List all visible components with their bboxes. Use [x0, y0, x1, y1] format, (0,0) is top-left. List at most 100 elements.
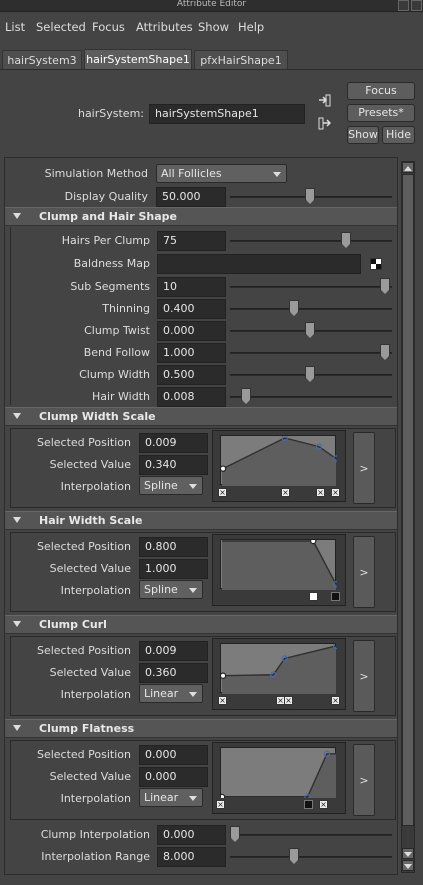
delete-point-icon[interactable] [281, 488, 290, 497]
ramp-expand-button[interactable]: > [353, 536, 375, 608]
scroll-up-icon[interactable] [402, 162, 414, 173]
interpolation-range-slider[interactable] [230, 856, 392, 858]
hair-width-slider-handle[interactable] [241, 388, 251, 404]
clump-flatness-interpolation-dropdown[interactable]: Linear [139, 788, 203, 807]
sub-segments-slider-handle[interactable] [380, 278, 390, 294]
display-quality-slider-handle[interactable] [305, 188, 315, 204]
hairs-per-clump-slider-handle[interactable] [341, 232, 351, 248]
section-clump-flatness[interactable]: Clump Flatness [5, 719, 397, 738]
hide-button[interactable]: Hide [382, 126, 415, 144]
hair-width-scale-interpolation-dropdown[interactable]: Spline [139, 580, 203, 599]
clump-interpolation-slider[interactable] [230, 834, 392, 836]
chevron-down-icon [189, 588, 197, 593]
bend-follow-field[interactable]: 1.000 [157, 343, 226, 363]
clump-curl-interpolation-dropdown[interactable]: Linear [139, 684, 203, 703]
map-texture-icon[interactable] [370, 258, 382, 270]
output-connection-icon[interactable] [318, 117, 332, 130]
menu-help[interactable]: Help [238, 20, 264, 34]
hair-width-slider[interactable] [230, 396, 392, 398]
display-quality-field[interactable]: 50.000 [156, 187, 226, 207]
restore-window-icon[interactable] [398, 0, 409, 11]
delete-point-icon[interactable] [216, 800, 225, 809]
delete-point-icon[interactable] [331, 488, 340, 497]
clump-flatness-position-field[interactable]: 0.000 [139, 745, 208, 765]
clump-twist-field[interactable]: 0.000 [157, 321, 226, 341]
vertical-scrollbar[interactable] [401, 161, 415, 873]
section-clump-and-hair-shape[interactable]: Clump and Hair Shape [5, 207, 397, 226]
delete-point-icon[interactable] [316, 488, 325, 497]
clump-width-slider-handle[interactable] [305, 366, 315, 382]
ramp-canvas[interactable] [219, 434, 340, 486]
bend-follow-slider-handle[interactable] [380, 344, 390, 360]
presets-button[interactable]: Presets* [347, 104, 415, 122]
clump-interpolation-slider-handle[interactable] [230, 826, 240, 842]
menu-list[interactable]: List [5, 20, 25, 34]
ramp-canvas[interactable] [219, 642, 340, 694]
ramp-expand-button[interactable]: > [353, 744, 375, 816]
delete-point-icon[interactable] [284, 696, 293, 705]
clump-curl-position-field[interactable]: 0.009 [139, 641, 208, 661]
ramp-expand-button[interactable]: > [353, 432, 375, 504]
delete-point-icon[interactable] [218, 696, 227, 705]
scroll-down-icon[interactable] [402, 848, 414, 859]
hair-width-scale-value-field[interactable]: 1.000 [139, 559, 208, 579]
scrollbar-thumb[interactable] [402, 174, 414, 826]
scroll-down-icon[interactable] [402, 860, 414, 871]
tab-pfxhairshape1[interactable]: pfxHairShape1 [194, 50, 288, 70]
point-color-swatch-black[interactable] [331, 592, 340, 601]
section-clump-curl[interactable]: Clump Curl [5, 615, 397, 634]
clump-width-scale-value-field[interactable]: 0.340 [139, 455, 208, 475]
menu-focus[interactable]: Focus [92, 20, 125, 34]
hair-width-field[interactable]: 0.008 [157, 387, 226, 407]
hairs-per-clump-slider[interactable] [230, 240, 392, 242]
clump-width-scale-interpolation-dropdown[interactable]: Spline [139, 476, 203, 495]
focus-button[interactable]: Focus [347, 82, 415, 100]
clump-curl-value-field[interactable]: 0.360 [139, 663, 208, 683]
baldness-map-field[interactable] [157, 254, 361, 274]
node-name-field[interactable]: hairSystemShape1 [149, 104, 305, 124]
delete-point-icon[interactable] [319, 800, 328, 809]
simulation-method-dropdown[interactable]: All Follicles [156, 164, 287, 183]
clump-twist-slider-handle[interactable] [305, 322, 315, 338]
section-clump-width-scale[interactable]: Clump Width Scale [5, 407, 397, 426]
show-button[interactable]: Show [347, 126, 379, 144]
thinning-slider[interactable] [230, 308, 392, 310]
input-connection-icon[interactable] [318, 94, 331, 107]
interpolation-value: Linear [144, 687, 179, 700]
menu-show[interactable]: Show [198, 20, 229, 34]
tab-hairsystem3[interactable]: hairSystem3 [2, 50, 82, 70]
hair-width-scale-position-field[interactable]: 0.800 [139, 537, 208, 557]
tab-hairsystemshape1[interactable]: hairSystemShape1 [84, 49, 192, 70]
clump-width-scale-position-field[interactable]: 0.009 [139, 433, 208, 453]
clump-width-field[interactable]: 0.500 [157, 365, 226, 385]
delete-point-icon[interactable] [331, 696, 340, 705]
close-window-icon[interactable] [411, 0, 422, 11]
hair-width-scale-ramp-graph[interactable] [212, 534, 346, 606]
simulation-method-value: All Follicles [161, 167, 222, 180]
sub-segments-slider[interactable] [230, 286, 392, 288]
clump-flatness-value-field[interactable]: 0.000 [139, 767, 208, 787]
selected-value-label: Selected Value [49, 458, 131, 471]
thinning-label: Thinning [102, 302, 150, 315]
point-color-swatch-black[interactable] [304, 800, 313, 809]
thinning-field[interactable]: 0.400 [157, 299, 226, 319]
ramp-expand-button[interactable]: > [353, 640, 375, 712]
section-title: Clump and Hair Shape [39, 210, 177, 223]
section-title: Clump Curl [39, 618, 107, 631]
interpolation-range-slider-handle[interactable] [289, 848, 299, 864]
thinning-slider-handle[interactable] [289, 300, 299, 316]
clump-interpolation-field[interactable]: 0.000 [157, 825, 226, 845]
point-color-swatch-white[interactable] [309, 592, 318, 601]
hairs-per-clump-field[interactable]: 75 [157, 231, 226, 251]
ramp-canvas[interactable] [220, 537, 340, 590]
clump-width-scale-ramp-graph[interactable] [212, 430, 346, 502]
sub-segments-field[interactable]: 10 [157, 277, 226, 297]
section-hair-width-scale[interactable]: Hair Width Scale [5, 511, 397, 530]
interpolation-range-field[interactable]: 8.000 [157, 847, 226, 867]
ramp-canvas[interactable] [218, 747, 336, 801]
menu-attributes[interactable]: Attributes [136, 20, 193, 34]
bend-follow-slider[interactable] [230, 352, 392, 354]
delete-point-icon[interactable] [218, 488, 227, 497]
collapse-triangle-icon [13, 413, 21, 419]
menu-selected[interactable]: Selected [36, 20, 86, 34]
